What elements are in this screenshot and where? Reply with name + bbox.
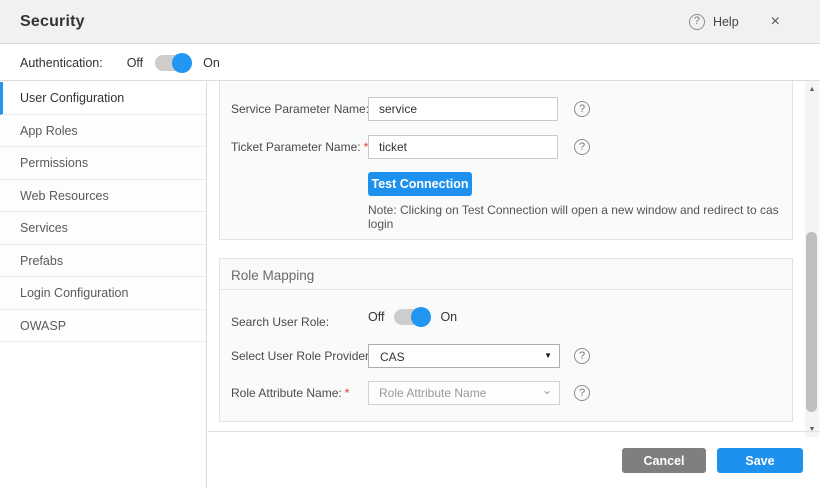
service-parameter-input[interactable]: [368, 97, 558, 121]
page-title: Security: [20, 13, 85, 31]
vertical-scrollbar[interactable]: ▲ ▼: [805, 81, 819, 437]
search-user-role-on-label: On: [440, 310, 457, 324]
save-button[interactable]: Save: [717, 448, 803, 473]
role-mapping-panel: Role Mapping Search User Role: Off On Se…: [219, 258, 793, 422]
ticket-parameter-help-icon[interactable]: ?: [574, 139, 590, 155]
authentication-toggle[interactable]: [155, 55, 191, 71]
role-mapping-title: Role Mapping: [231, 268, 314, 283]
sidebar-item-app-roles[interactable]: App Roles: [0, 115, 206, 148]
close-icon[interactable]: ×: [771, 14, 780, 30]
authentication-on-label: On: [203, 56, 220, 70]
sidebar: User Configuration App Roles Permissions…: [0, 82, 207, 488]
role-attribute-help-icon[interactable]: ?: [574, 385, 590, 401]
scrollbar-thumb[interactable]: [806, 232, 817, 412]
authentication-label: Authentication:: [20, 56, 103, 70]
user-role-provider-value: CAS: [380, 350, 405, 364]
role-attribute-input[interactable]: [368, 381, 560, 405]
role-attribute-combo: ⌄: [368, 381, 560, 405]
sidebar-item-login-configuration[interactable]: Login Configuration: [0, 277, 206, 310]
role-mapping-header: Role Mapping: [220, 259, 792, 290]
sidebar-item-prefabs[interactable]: Prefabs: [0, 245, 206, 278]
toggle-knob: [172, 53, 192, 73]
role-attribute-label: Role Attribute Name:*: [231, 386, 349, 400]
ticket-parameter-input[interactable]: [368, 135, 558, 159]
toggle-knob: [411, 307, 431, 327]
sidebar-item-owasp[interactable]: OWASP: [0, 310, 206, 343]
help-icon[interactable]: ?: [689, 14, 705, 30]
search-user-role-toggle-group: Off On: [368, 309, 457, 325]
footer-divider: [208, 431, 820, 432]
dialog-header: Security ? Help ×: [0, 0, 820, 44]
search-user-role-off-label: Off: [368, 310, 384, 324]
header-actions: ? Help ×: [689, 14, 780, 30]
content-area: Service Parameter Name:* ? Ticket Parame…: [208, 82, 820, 488]
user-role-provider-label: Select User Role Provider:: [231, 349, 372, 363]
select-caret-icon: ▼: [544, 352, 552, 360]
service-parameter-help-icon[interactable]: ?: [574, 101, 590, 117]
help-link[interactable]: Help: [713, 15, 739, 29]
test-connection-button[interactable]: Test Connection: [368, 172, 472, 196]
cas-config-panel: Service Parameter Name:* ? Ticket Parame…: [219, 81, 793, 240]
search-user-role-toggle[interactable]: [394, 309, 430, 325]
authentication-row: Authentication: Off On: [0, 45, 820, 81]
authentication-off-label: Off: [127, 56, 143, 70]
user-role-provider-help-icon[interactable]: ?: [574, 348, 590, 364]
security-dialog: Security ? Help × Authentication: Off On…: [0, 0, 820, 488]
user-role-provider-select[interactable]: CAS ▼: [368, 344, 560, 368]
cancel-button[interactable]: Cancel: [622, 448, 706, 473]
sidebar-item-permissions[interactable]: Permissions: [0, 147, 206, 180]
search-user-role-label: Search User Role:: [231, 315, 329, 329]
ticket-parameter-label: Ticket Parameter Name:*: [231, 140, 368, 154]
service-parameter-label: Service Parameter Name:*: [231, 102, 377, 116]
sidebar-item-user-configuration[interactable]: User Configuration: [0, 82, 206, 115]
required-asterisk: *: [345, 386, 350, 400]
test-connection-note: Note: Clicking on Test Connection will o…: [368, 203, 792, 231]
sidebar-item-web-resources[interactable]: Web Resources: [0, 180, 206, 213]
scroll-up-icon[interactable]: ▲: [805, 86, 819, 93]
chevron-down-icon: ⌄: [542, 383, 552, 397]
sidebar-item-services[interactable]: Services: [0, 212, 206, 245]
